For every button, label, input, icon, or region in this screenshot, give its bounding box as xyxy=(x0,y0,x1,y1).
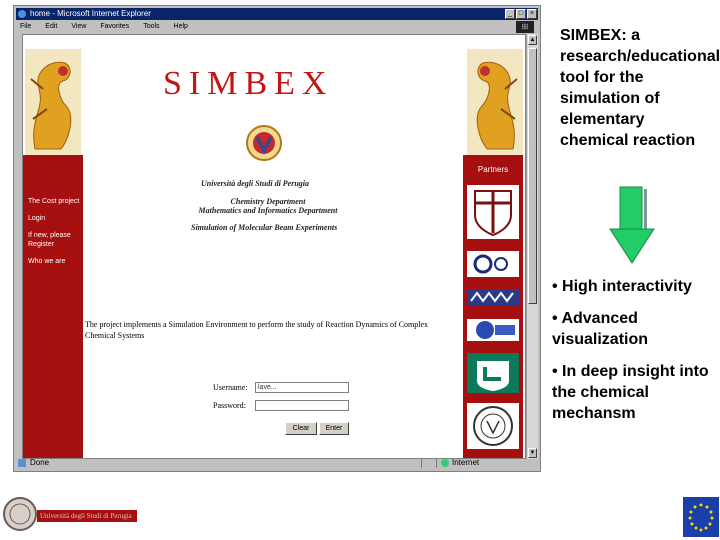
left-nav: The Cost project Login If new, please Re… xyxy=(28,197,82,274)
scrollbar-thumb[interactable] xyxy=(528,48,537,304)
partner-banner-logo-icon[interactable] xyxy=(467,289,519,305)
password-label: Password: xyxy=(213,401,246,410)
windows-logo-icon: ⊞ xyxy=(516,21,534,33)
simbex-logo: SIMBEX xyxy=(163,65,334,102)
window-titlebar: home - Microsoft Internet Explorer _ □ × xyxy=(16,8,538,20)
username-label: Username: xyxy=(213,383,248,392)
browser-window: home - Microsoft Internet Explorer _ □ ×… xyxy=(13,5,541,472)
nav-cost-project[interactable]: The Cost project xyxy=(28,197,82,206)
enter-button[interactable]: Enter xyxy=(319,422,349,435)
department-line: Chemistry Department xyxy=(230,197,306,206)
project-description: The project implements a Simulation Envi… xyxy=(85,320,429,340)
ie-icon xyxy=(18,10,26,18)
internet-zone-icon xyxy=(441,459,449,467)
menu-favorites[interactable]: Favorites xyxy=(100,21,129,33)
eu-flag-icon xyxy=(683,497,719,537)
department-text: Chemistry Department Mathematics and Inf… xyxy=(193,197,343,215)
department-line: Mathematics and Informatics Department xyxy=(198,206,338,215)
password-input[interactable] xyxy=(255,400,349,411)
down-arrow-icon xyxy=(609,186,655,264)
partner-gear-logo-icon[interactable] xyxy=(467,251,519,277)
griffin-left-icon xyxy=(25,49,81,155)
university-name: Università degli Studi di Perugia xyxy=(201,179,310,188)
security-zone: Internet xyxy=(452,458,480,467)
window-title: home - Microsoft Internet Explorer xyxy=(30,9,151,18)
simulation-title: Simulation of Molecular Beam Experiments xyxy=(191,223,338,232)
footer-seal-icon xyxy=(3,497,37,531)
partner-seal-icon[interactable] xyxy=(467,403,519,449)
nav-login[interactable]: Login xyxy=(28,214,82,223)
username-input[interactable]: lave... xyxy=(255,382,349,393)
bullet-item: • In deep insight into the chemical mech… xyxy=(552,363,709,422)
menu-file[interactable]: File xyxy=(20,21,31,33)
left-sidebar: The Cost project Login If new, please Re… xyxy=(23,155,83,458)
status-bar: Done Internet xyxy=(16,457,538,469)
clear-button[interactable]: Clear xyxy=(285,422,317,435)
partner-green-logo-icon[interactable] xyxy=(467,353,519,393)
menu-tools[interactable]: Tools xyxy=(143,21,159,33)
partners-label: Partners xyxy=(477,165,509,174)
menu-bar: File Edit View Favorites Tools Help xyxy=(16,21,538,33)
status-divider xyxy=(421,458,422,468)
griffin-right-icon xyxy=(467,49,523,155)
university-seal-icon xyxy=(246,125,282,161)
slide-title: SIMBEX: a research/educational tool for … xyxy=(560,27,720,149)
minimize-icon[interactable]: _ xyxy=(505,9,515,19)
menu-view[interactable]: View xyxy=(71,21,86,33)
bullet-item: • Advanced visualization xyxy=(552,310,649,348)
close-icon[interactable]: × xyxy=(527,9,537,19)
page-viewport: SIMBEX Università degli Studi di Perugia… xyxy=(22,34,526,459)
bullet-item: • High interactivity xyxy=(552,278,692,295)
maximize-icon[interactable]: □ xyxy=(516,9,526,19)
partner-crest-icon[interactable] xyxy=(467,185,519,239)
footer-university-label: Università degli Studi di Perugia xyxy=(37,510,137,522)
status-text: Done xyxy=(30,458,50,467)
bullet-list: • High interactivity • Advanced visualiz… xyxy=(552,276,717,435)
partners-sidebar: Partners xyxy=(463,155,523,458)
scroll-up-icon[interactable]: ▲ xyxy=(528,35,537,45)
page-done-icon xyxy=(18,459,26,467)
menu-edit[interactable]: Edit xyxy=(45,21,57,33)
window-controls: _ □ × xyxy=(505,9,537,19)
partner-globe-logo-icon[interactable] xyxy=(467,319,519,341)
status-divider xyxy=(436,458,437,468)
menu-help[interactable]: Help xyxy=(174,21,188,33)
nav-who-we-are[interactable]: Who we are xyxy=(28,257,82,266)
nav-register[interactable]: If new, please Register xyxy=(28,231,82,249)
vertical-scrollbar[interactable]: ▲ ▼ xyxy=(526,34,538,459)
